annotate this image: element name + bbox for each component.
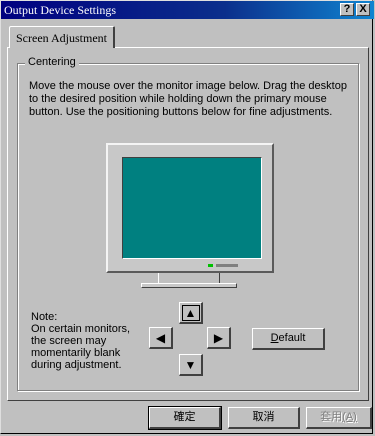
arrow-down-icon: ▼ bbox=[184, 357, 197, 372]
move-left-button[interactable]: ◀ bbox=[149, 327, 173, 349]
cancel-button[interactable]: 取消 bbox=[228, 407, 300, 429]
monitor-stand-base bbox=[141, 283, 237, 288]
tab-screen-adjustment[interactable]: Screen Adjustment bbox=[9, 26, 115, 48]
arrow-left-icon: ◀ bbox=[155, 330, 166, 345]
default-button-accel: D bbox=[270, 332, 279, 344]
adjustment-note: Note: On certain monitors, the screen ma… bbox=[31, 311, 146, 371]
monitor-stand-neck bbox=[158, 273, 220, 283]
dialog-window: Output Device Settings ? X Screen Adjust… bbox=[0, 0, 374, 434]
ok-button[interactable]: 確定 bbox=[148, 406, 222, 430]
centering-group-label: Centering bbox=[25, 56, 79, 68]
note-line: Note: bbox=[31, 311, 58, 323]
move-up-button[interactable]: ▲ bbox=[179, 302, 203, 324]
title-bar[interactable]: Output Device Settings ? X bbox=[1, 1, 374, 19]
default-button-label: efault bbox=[278, 332, 306, 344]
apply-button-label: 套用 bbox=[320, 411, 343, 423]
move-down-button[interactable]: ▼ bbox=[179, 354, 203, 376]
note-line: during adjustment. bbox=[31, 359, 122, 371]
monitor-controls-icon bbox=[216, 264, 238, 267]
move-right-button[interactable]: ▶ bbox=[207, 327, 231, 349]
apply-button-accel: (A) bbox=[342, 411, 357, 423]
note-line: momentarily blank bbox=[31, 347, 121, 359]
help-button[interactable]: ? bbox=[340, 3, 354, 16]
window-title: Output Device Settings bbox=[4, 3, 116, 17]
monitor-screen[interactable] bbox=[122, 157, 262, 259]
close-button[interactable]: X bbox=[356, 3, 370, 16]
note-line: On certain monitors, bbox=[31, 323, 131, 335]
monitor-image[interactable] bbox=[106, 143, 274, 273]
default-button[interactable]: Default bbox=[252, 328, 325, 350]
arrow-up-icon: ▲ bbox=[184, 305, 197, 320]
centering-description: Move the mouse over the monitor image be… bbox=[29, 80, 347, 118]
power-led-icon bbox=[208, 264, 213, 267]
arrow-right-icon: ▶ bbox=[213, 330, 224, 345]
note-line: the screen may bbox=[31, 335, 107, 347]
apply-button[interactable]: 套用(A) bbox=[306, 407, 372, 429]
